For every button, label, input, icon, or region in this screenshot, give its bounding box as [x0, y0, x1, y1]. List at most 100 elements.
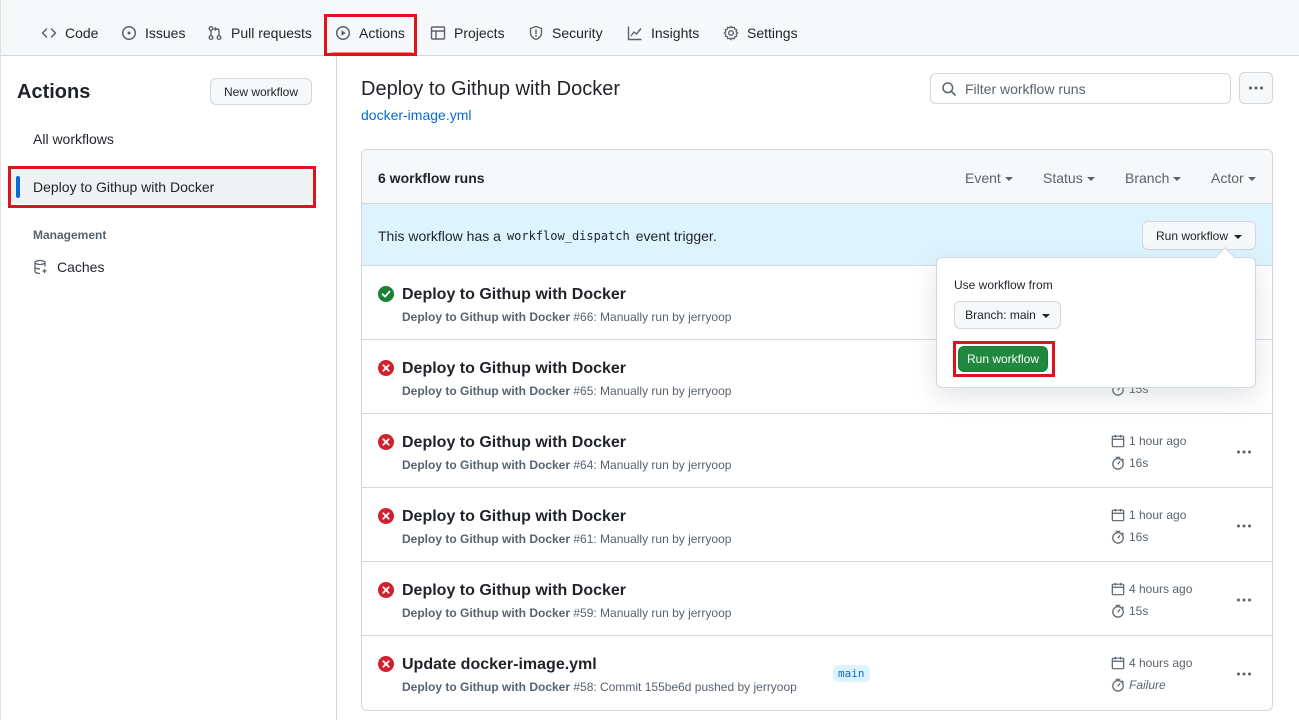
- run-subtitle: Deploy to Githup with Docker #66: Manual…: [402, 310, 731, 324]
- run-time-text: 1 hour ago: [1129, 434, 1187, 448]
- run-subtitle: Deploy to Githup with Docker #61: Manual…: [402, 532, 731, 546]
- triangle-down-icon: [1247, 177, 1256, 181]
- run-time-text: 4 hours ago: [1129, 582, 1193, 596]
- tab-settings[interactable]: Settings: [715, 14, 806, 52]
- tab-security[interactable]: Security: [520, 14, 611, 52]
- filter-input[interactable]: [965, 80, 1215, 97]
- workflow-run-row[interactable]: Deploy to Githup with Docker Deploy to Gi…: [362, 562, 1272, 636]
- kebab-horizontal-icon: [1236, 524, 1252, 528]
- button-label: Branch: main: [965, 308, 1036, 322]
- dispatch-text-before: This workflow has a: [378, 228, 501, 244]
- page-title: Deploy to Githup with Docker: [361, 78, 621, 100]
- run-workflow-submit-button[interactable]: Run workflow: [958, 346, 1048, 372]
- run-detail: #64: Manually run by jerryoop: [573, 458, 732, 472]
- run-duration: Failure: [1111, 678, 1166, 692]
- run-title[interactable]: Update docker-image.yml: [402, 656, 597, 674]
- run-options-button[interactable]: [1228, 440, 1260, 464]
- run-workflow-popover: Use workflow from Branch: main Run workf…: [936, 247, 1256, 388]
- tab-projects[interactable]: Projects: [422, 14, 513, 52]
- search-icon: [941, 81, 957, 97]
- triangle-down-icon: [1173, 177, 1182, 181]
- dispatch-text-after: event trigger.: [635, 228, 717, 244]
- run-title[interactable]: Deploy to Githup with Docker: [402, 286, 626, 304]
- run-workflow-name: Deploy to Githup with Docker: [402, 532, 571, 546]
- workflow-run-row[interactable]: Deploy to Githup with Docker Deploy to Gi…: [362, 414, 1272, 488]
- check-circle-icon: [378, 286, 394, 302]
- sidebar-active-indicator: [16, 176, 20, 198]
- kebab-horizontal-icon: [1236, 672, 1252, 676]
- run-duration-text: 16s: [1129, 530, 1149, 544]
- table-icon: [430, 25, 446, 41]
- kebab-horizontal-icon: [1248, 86, 1264, 90]
- calendar-icon: [1111, 656, 1125, 670]
- calendar-icon: [1111, 582, 1125, 596]
- kebab-horizontal-icon: [1236, 450, 1252, 454]
- branch-tag[interactable]: main: [833, 665, 870, 682]
- filter-status[interactable]: Status: [1043, 170, 1095, 186]
- issue-icon: [121, 25, 137, 41]
- tab-label: Issues: [145, 25, 186, 41]
- run-options-button[interactable]: [1228, 662, 1260, 686]
- run-time: 1 hour ago: [1111, 508, 1186, 522]
- runs-header: 6 workflow runs Event Status Branch Acto…: [362, 150, 1272, 204]
- branch-select-button[interactable]: Branch: main: [954, 301, 1061, 329]
- triangle-down-icon: [1041, 314, 1050, 318]
- filter-event[interactable]: Event: [965, 170, 1013, 186]
- tab-label: Code: [65, 25, 99, 41]
- run-duration-text: Failure: [1129, 678, 1166, 692]
- run-time: 4 hours ago: [1111, 656, 1192, 670]
- x-circle-icon: [378, 582, 394, 598]
- run-subtitle: Deploy to Githup with Docker #58: Commit…: [402, 680, 797, 694]
- run-detail: #65: Manually run by jerryoop: [573, 384, 732, 398]
- run-duration: 16s: [1111, 456, 1148, 470]
- workflow-file-link[interactable]: docker-image.yml: [361, 107, 471, 123]
- tab-code[interactable]: Code: [33, 14, 106, 52]
- workflow-run-row[interactable]: Deploy to Githup with Docker Deploy to Gi…: [362, 488, 1272, 562]
- run-workflow-dropdown-button[interactable]: Run workflow: [1142, 221, 1256, 250]
- tab-label: Projects: [454, 25, 505, 41]
- run-options-button[interactable]: [1228, 588, 1260, 612]
- sidebar-item-all-workflows[interactable]: All workflows: [33, 131, 114, 147]
- sidebar-section-management: Management: [33, 228, 107, 242]
- filter-label: Actor: [1211, 170, 1244, 186]
- tab-issues[interactable]: Issues: [113, 14, 193, 52]
- filter-branch[interactable]: Branch: [1125, 170, 1182, 186]
- filter-actor[interactable]: Actor: [1211, 170, 1256, 186]
- run-options-button[interactable]: [1228, 514, 1260, 538]
- repo-nav: Code Issues Pull requests Actions Projec…: [0, 0, 1299, 56]
- filter-workflow-runs[interactable]: [930, 73, 1231, 104]
- tab-selected-underline: [331, 52, 413, 54]
- triangle-down-icon: [1234, 234, 1243, 239]
- tab-actions[interactable]: Actions: [327, 14, 413, 52]
- kebab-horizontal-icon: [1236, 598, 1252, 602]
- run-duration-text: 16s: [1129, 456, 1149, 470]
- database-icon: [33, 259, 49, 275]
- tab-insights[interactable]: Insights: [619, 14, 707, 52]
- sidebar-item-caches[interactable]: Caches: [57, 259, 104, 275]
- tab-pull-requests[interactable]: Pull requests: [199, 14, 320, 52]
- x-circle-icon: [378, 360, 394, 376]
- calendar-icon: [1111, 434, 1125, 448]
- run-title[interactable]: Deploy to Githup with Docker: [402, 360, 626, 378]
- run-title[interactable]: Deploy to Githup with Docker: [402, 508, 626, 526]
- new-workflow-button[interactable]: New workflow: [210, 78, 312, 105]
- run-title[interactable]: Deploy to Githup with Docker: [402, 582, 626, 600]
- x-circle-icon: [378, 656, 394, 672]
- run-detail: #66: Manually run by jerryoop: [573, 310, 732, 324]
- stopwatch-icon: [1111, 604, 1125, 618]
- run-workflow-name: Deploy to Githup with Docker: [402, 310, 571, 324]
- sidebar: [0, 56, 337, 720]
- more-options-button[interactable]: [1239, 72, 1273, 104]
- triangle-down-icon: [1086, 177, 1095, 181]
- triangle-down-icon: [1004, 177, 1013, 181]
- workflow-run-row[interactable]: Update docker-image.yml Deploy to Githup …: [362, 636, 1272, 710]
- runs-count: 6 workflow runs: [378, 170, 485, 186]
- shield-icon: [528, 25, 544, 41]
- button-label: Run workflow: [1155, 228, 1229, 243]
- run-workflow-name: Deploy to Githup with Docker: [402, 606, 571, 620]
- sidebar-item-deploy-workflow[interactable]: Deploy to Githup with Docker: [33, 179, 214, 195]
- run-title[interactable]: Deploy to Githup with Docker: [402, 434, 626, 452]
- stopwatch-icon: [1111, 678, 1125, 692]
- run-workflow-name: Deploy to Githup with Docker: [402, 458, 571, 472]
- filter-label: Status: [1043, 170, 1083, 186]
